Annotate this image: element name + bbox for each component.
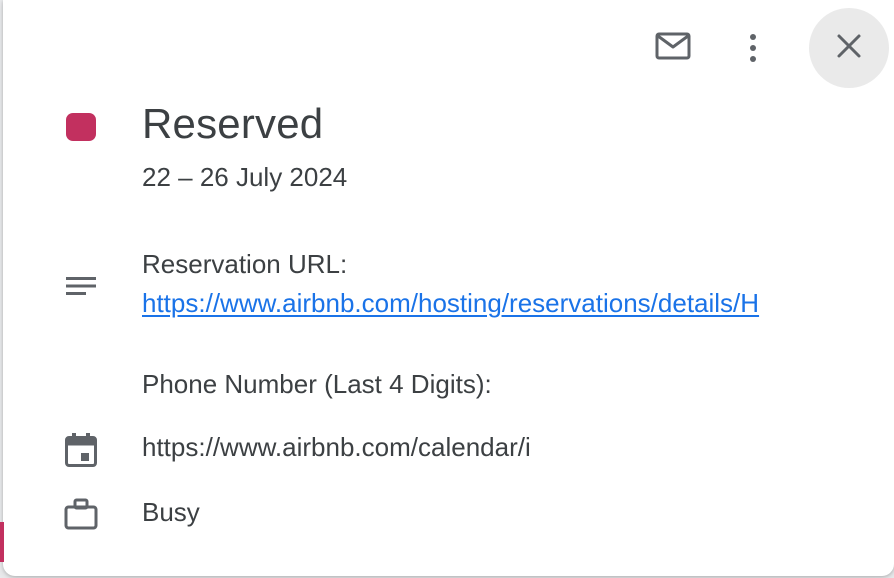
phone-number-label: Phone Number (Last 4 Digits): bbox=[142, 369, 492, 399]
calendar-url: https://www.airbnb.com/calendar/i bbox=[142, 432, 531, 462]
briefcase-icon bbox=[61, 494, 101, 534]
availability-status: Busy bbox=[142, 497, 200, 527]
more-options-button[interactable] bbox=[729, 26, 777, 74]
description-icon bbox=[61, 268, 101, 304]
email-guests-button[interactable] bbox=[649, 26, 697, 70]
event-details-card: Reserved 22 – 26 July 2024 Reservation U… bbox=[3, 0, 894, 576]
calendar-icon bbox=[61, 430, 101, 470]
close-icon bbox=[836, 33, 862, 64]
more-vert-icon bbox=[748, 33, 758, 68]
reservation-link[interactable]: https://www.airbnb.com/hosting/reservati… bbox=[142, 288, 759, 319]
event-title: Reserved bbox=[142, 100, 324, 147]
calendar-event-edge bbox=[0, 522, 4, 562]
event-date-range: 22 – 26 July 2024 bbox=[142, 162, 348, 192]
close-button[interactable] bbox=[809, 8, 889, 88]
mail-icon bbox=[655, 32, 691, 65]
event-color-chip bbox=[66, 113, 96, 141]
reservation-url-label: Reservation URL: bbox=[142, 249, 348, 279]
